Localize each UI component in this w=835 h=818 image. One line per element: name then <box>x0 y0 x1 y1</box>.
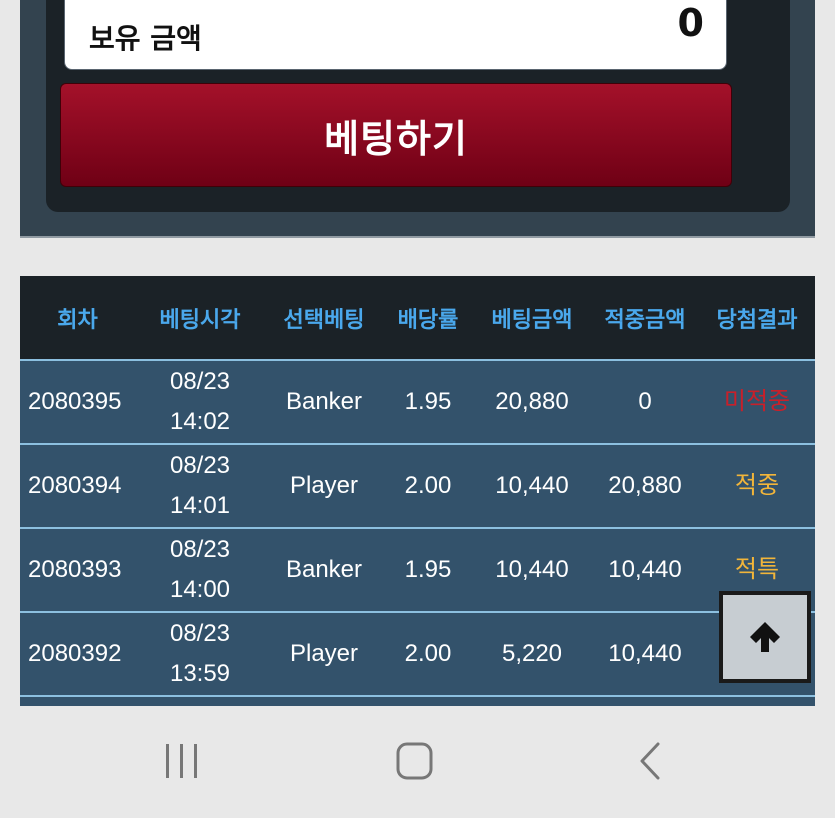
scroll-top-button[interactable] <box>719 591 811 683</box>
cell-bet-time: 08/23 13:59 <box>135 612 265 696</box>
cell-time: 13:59 <box>169 660 231 687</box>
bet-button[interactable]: 베팅하기 <box>60 83 732 187</box>
cell-odds: 2.00 <box>404 640 452 667</box>
cell-date: 08/23 <box>169 536 231 563</box>
recent-apps-icon[interactable] <box>162 742 202 782</box>
cell-date: 08/23 <box>169 368 231 395</box>
cell-bet-time: 08/23 14:00 <box>135 528 265 612</box>
cell-round: 2080394 <box>28 472 122 499</box>
cell-date: 08/23 <box>169 620 231 647</box>
balance-row: 보유 금액 0 <box>64 0 727 70</box>
cell-win-amount: 20,880 <box>608 472 682 499</box>
cell-round: 2080395 <box>28 388 122 415</box>
cell-result: 미적중 <box>723 388 791 415</box>
cell-choice: Player <box>289 472 359 499</box>
cell-choice: Player <box>289 640 359 667</box>
cell-result: 적중 <box>734 472 780 499</box>
cell-date: 08/23 <box>169 452 231 479</box>
cell-odds: 2.00 <box>404 472 452 499</box>
cell-bet-amount: 10,440 <box>495 556 569 583</box>
header-bet-time: 베팅시각 <box>159 307 241 333</box>
cell-odds: 1.95 <box>404 556 452 583</box>
header-result: 당첨결과 <box>716 307 798 333</box>
cell-bet-time: 08/23 14:01 <box>135 444 265 528</box>
android-nav-bar <box>0 706 835 818</box>
home-icon[interactable] <box>395 742 435 782</box>
cell-time: 14:00 <box>169 576 231 603</box>
cell-bet-time: 08/23 14:02 <box>135 360 265 444</box>
cell-round: 2080393 <box>28 556 122 583</box>
cell-time: 14:02 <box>169 408 231 435</box>
header-odds: 배당률 <box>397 307 459 333</box>
table-row: 2080393 08/23 14:00 Banker 1.95 10,440 1… <box>20 528 815 612</box>
table-row: 2080392 08/23 13:59 Player 2.00 5,220 10… <box>20 612 815 696</box>
cell-win-amount: 10,440 <box>608 640 682 667</box>
balance-value: 0 <box>677 1 704 45</box>
bet-history-table: 회차 베팅시각 선택베팅 배당률 베팅금액 적중금액 당첨결과 2080395 … <box>20 276 815 706</box>
cell-win-amount: 0 <box>638 388 652 415</box>
table-row: 2080395 08/23 14:02 Banker 1.95 20,880 0… <box>20 360 815 444</box>
cell-round: 2080392 <box>28 640 122 667</box>
table-header-row: 회차 베팅시각 선택베팅 배당률 베팅금액 적중금액 당첨결과 <box>20 276 815 360</box>
table-row: 2080394 08/23 14:01 Player 2.00 10,440 2… <box>20 444 815 528</box>
cell-bet-amount: 5,220 <box>501 640 563 667</box>
header-round: 회차 <box>57 307 98 333</box>
cell-choice: Banker <box>285 556 363 583</box>
header-win-amount: 적중금액 <box>604 307 686 333</box>
header-bet-amount: 베팅금액 <box>491 307 573 333</box>
header-choice: 선택베팅 <box>283 307 365 333</box>
cell-choice: Banker <box>285 388 363 415</box>
cell-odds: 1.95 <box>404 388 452 415</box>
cell-win-amount: 10,440 <box>608 556 682 583</box>
cell-bet-amount: 10,440 <box>495 472 569 499</box>
balance-label: 보유 금액 <box>89 22 202 55</box>
arrow-up-icon <box>750 622 780 652</box>
cell-time: 14:01 <box>169 492 231 519</box>
cell-bet-amount: 20,880 <box>495 388 569 415</box>
back-icon[interactable] <box>632 742 672 782</box>
table-row <box>20 696 815 706</box>
